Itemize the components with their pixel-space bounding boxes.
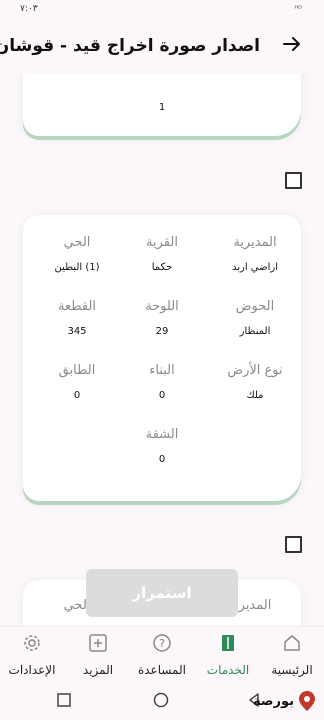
- page-title: اصدار صورة اخراج قيد - قوشان: [0, 36, 260, 56]
- header: اصدار صورة اخراج قيد - قوشان: [0, 22, 324, 74]
- field-plot: القطعة 345: [57, 299, 97, 337]
- arrow-right-icon[interactable]: [282, 34, 302, 59]
- field-floor: الطابق 0: [58, 363, 96, 401]
- record-checkbox[interactable]: [285, 536, 302, 553]
- map-pin-icon: [299, 691, 315, 711]
- services-icon: [222, 635, 234, 651]
- records-list[interactable]: 1 المديرية اراضي اربد القرية حكما الحي (…: [0, 74, 324, 626]
- recents-icon[interactable]: [56, 692, 72, 708]
- field-neighborhood: الحي (1) البطين: [54, 235, 100, 273]
- field-directorate: المديرية اراضي اربد: [231, 235, 279, 273]
- record-card: 1: [23, 74, 301, 136]
- signal-icon: ᴴᴰ: [294, 4, 302, 13]
- home-icon: [284, 635, 300, 651]
- record-value: 1: [158, 102, 166, 113]
- field-apartment: الشقة 0: [145, 427, 179, 465]
- nav-item-more[interactable]: المزيد: [66, 627, 130, 683]
- field-village: القرية حكما: [146, 235, 178, 273]
- nav-item-services[interactable]: الخدمات: [196, 627, 260, 683]
- record-card-main: المديرية اراضي اربد القرية حكما الحي (1)…: [23, 215, 301, 501]
- field-building: البناء 0: [149, 363, 175, 401]
- gear-icon: [24, 635, 40, 651]
- help-icon: ?: [153, 634, 171, 652]
- svg-text:?: ?: [159, 637, 165, 650]
- nav-item-home[interactable]: الرئيسية: [260, 627, 324, 683]
- status-time: ٧:٠٣: [20, 4, 38, 14]
- continue-button[interactable]: استمرار: [86, 569, 238, 617]
- status-bar: ٧:٠٣ ᴴᴰ: [0, 0, 324, 22]
- watermark-logo: بورصة: [253, 686, 316, 716]
- record-checkbox[interactable]: [285, 172, 302, 189]
- field-land-type: نوع الأرض ملك: [227, 363, 283, 401]
- nav-item-help[interactable]: ? المساعدة: [130, 627, 194, 683]
- home-circle-icon[interactable]: [153, 692, 169, 708]
- nav-item-settings[interactable]: الإعدادات: [0, 627, 64, 683]
- field-board: اللوحة 29: [145, 299, 179, 337]
- system-nav-bar: بورصة: [0, 682, 324, 720]
- field-basin: الحوض المنظار: [235, 299, 275, 337]
- bottom-nav: الرئيسية الخدمات ? المساعدة المزيد الإعد…: [0, 626, 324, 683]
- plus-icon: [89, 634, 107, 652]
